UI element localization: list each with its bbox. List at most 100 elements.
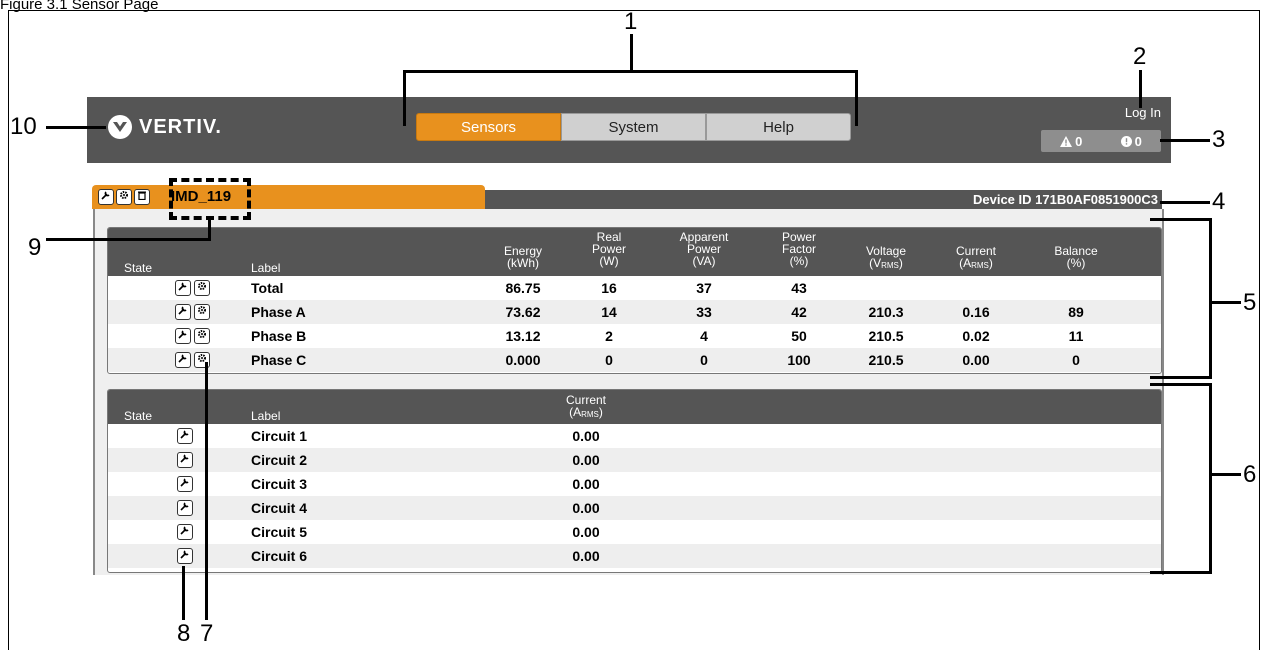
phase-table: State Label Energy (kWh) Real Power (W) App…: [107, 227, 1162, 374]
callout-6-leader: [1211, 473, 1241, 476]
callout-1-leader: [630, 34, 633, 72]
row-real-power: 16: [601, 280, 617, 296]
callout-9-highlight: [169, 178, 251, 220]
row-energy: 0.000: [505, 352, 541, 368]
wrench-icon: [178, 354, 187, 363]
callout-5-leader: [1211, 301, 1241, 304]
tab-help[interactable]: Help: [706, 113, 851, 141]
row-config-button[interactable]: [177, 452, 193, 468]
tab-sensors[interactable]: Sensors: [416, 113, 561, 141]
device-id: Device ID 171B0AF0851900C3: [972, 192, 1158, 207]
row-energy: 13.12: [505, 328, 541, 344]
main-tabs: Sensors System Help: [416, 113, 851, 141]
critical-status[interactable]: 0: [1120, 134, 1142, 149]
table-row: Circuit 1 0.00: [108, 424, 1161, 448]
callout-3-leader: [1160, 139, 1210, 142]
callout-7-leader: [205, 362, 208, 620]
row-config-button[interactable]: [177, 524, 193, 540]
row-voltage: 210.3: [868, 304, 904, 320]
table-row: Circuit 2 0.00: [108, 448, 1161, 472]
table-row: Phase C 0.000 0 0 100 210.5 0.00 0: [108, 348, 1161, 372]
wrench-icon: [180, 526, 189, 535]
table-row: Phase A 73.62 14 33 42 210.3 0.16 89: [108, 300, 1161, 324]
row-apparent-power: 0: [700, 352, 708, 368]
row-apparent-power: 33: [696, 304, 712, 320]
alarm-status[interactable]: 0 0: [1041, 130, 1161, 152]
gear-icon: [120, 191, 128, 199]
row-label: Phase A: [251, 304, 306, 320]
device-settings-button[interactable]: [116, 189, 132, 205]
wrench-icon: [180, 550, 189, 559]
callout-6: 6: [1243, 461, 1257, 488]
row-label: Circuit 6: [251, 548, 308, 564]
phase-table-header: State Label Energy (kWh) Real Power (W) App…: [108, 228, 1161, 276]
gear-icon: [198, 282, 206, 290]
row-current: 0.00: [572, 500, 600, 516]
row-current: 0.02: [962, 328, 990, 344]
row-settings-button[interactable]: [194, 328, 210, 344]
row-balance: 0: [1072, 352, 1080, 368]
callout-2-leader: [1139, 70, 1142, 108]
row-config-button[interactable]: [175, 328, 191, 344]
col-apparent-power: Apparent Power (VA): [679, 230, 729, 268]
device-tab: IMD_119: [92, 185, 485, 209]
table-row: Total 86.75 16 37 43: [108, 276, 1161, 300]
device-config-button[interactable]: [98, 189, 114, 205]
callout-6-bracket-top: [1150, 383, 1212, 386]
wrench-icon: [180, 454, 189, 463]
wrench-icon: [180, 430, 189, 439]
row-config-button[interactable]: [177, 548, 193, 564]
col-balance: Balance (%): [1054, 244, 1098, 270]
callout-6-bracket-bottom: [1150, 571, 1212, 574]
row-real-power: 2: [605, 328, 613, 344]
row-settings-button[interactable]: [194, 304, 210, 320]
row-apparent-power: 37: [696, 280, 712, 296]
row-config-button[interactable]: [177, 500, 193, 516]
row-energy: 86.75: [505, 280, 541, 296]
row-power-factor: 42: [791, 304, 807, 320]
callout-9-leader: [46, 238, 211, 241]
callout-5: 5: [1243, 289, 1257, 316]
row-real-power: 14: [601, 304, 617, 320]
row-config-button[interactable]: [175, 280, 191, 296]
table-row: Circuit 3 0.00: [108, 472, 1161, 496]
circuit-table: State Label Current (ARMS) Circuit 1 0.0…: [107, 389, 1162, 573]
row-label: Circuit 3: [251, 476, 308, 492]
col-real-power: Real Power (W): [591, 230, 626, 268]
row-energy: 73.62: [505, 304, 541, 320]
row-config-button[interactable]: [177, 476, 193, 492]
vertiv-logo: VERTIV.: [107, 114, 222, 140]
warning-status[interactable]: 0: [1060, 134, 1082, 149]
row-settings-button[interactable]: [194, 280, 210, 296]
table-row: Circuit 4 0.00: [108, 496, 1161, 520]
row-label: Circuit 4: [251, 500, 308, 516]
wrench-icon: [178, 306, 187, 315]
row-label: Phase B: [251, 328, 307, 344]
wrench-icon: [101, 191, 110, 200]
callout-7: 7: [200, 620, 214, 647]
gear-icon: [198, 330, 206, 338]
callout-5-bracket-side: [1209, 218, 1212, 378]
col-current: Current (ARMS): [565, 393, 606, 419]
table-row: Circuit 6 0.00: [108, 544, 1161, 568]
col-label: Label: [251, 261, 281, 275]
app-window: VERTIV. Sensors System Help Log In 0 0 I…: [87, 97, 1171, 575]
gear-icon: [198, 306, 206, 314]
logo-text: VERTIV.: [139, 115, 222, 138]
row-apparent-power: 4: [700, 328, 708, 344]
row-config-button[interactable]: [175, 352, 191, 368]
row-current: 0.16: [962, 304, 990, 320]
row-config-button[interactable]: [175, 304, 191, 320]
circuit-table-header: State Label Current (ARMS): [108, 390, 1161, 424]
row-config-button[interactable]: [177, 428, 193, 444]
row-current: 0.00: [572, 524, 600, 540]
login-link[interactable]: Log In: [1125, 105, 1161, 120]
trash-icon: [138, 191, 146, 201]
wrench-icon: [180, 478, 189, 487]
row-current: 0.00: [572, 548, 600, 564]
device-delete-button[interactable]: [134, 189, 150, 205]
tab-system[interactable]: System: [561, 113, 706, 141]
vertiv-logo-icon: [108, 115, 132, 139]
callout-4-leader: [1160, 201, 1210, 204]
row-label: Total: [251, 280, 284, 296]
